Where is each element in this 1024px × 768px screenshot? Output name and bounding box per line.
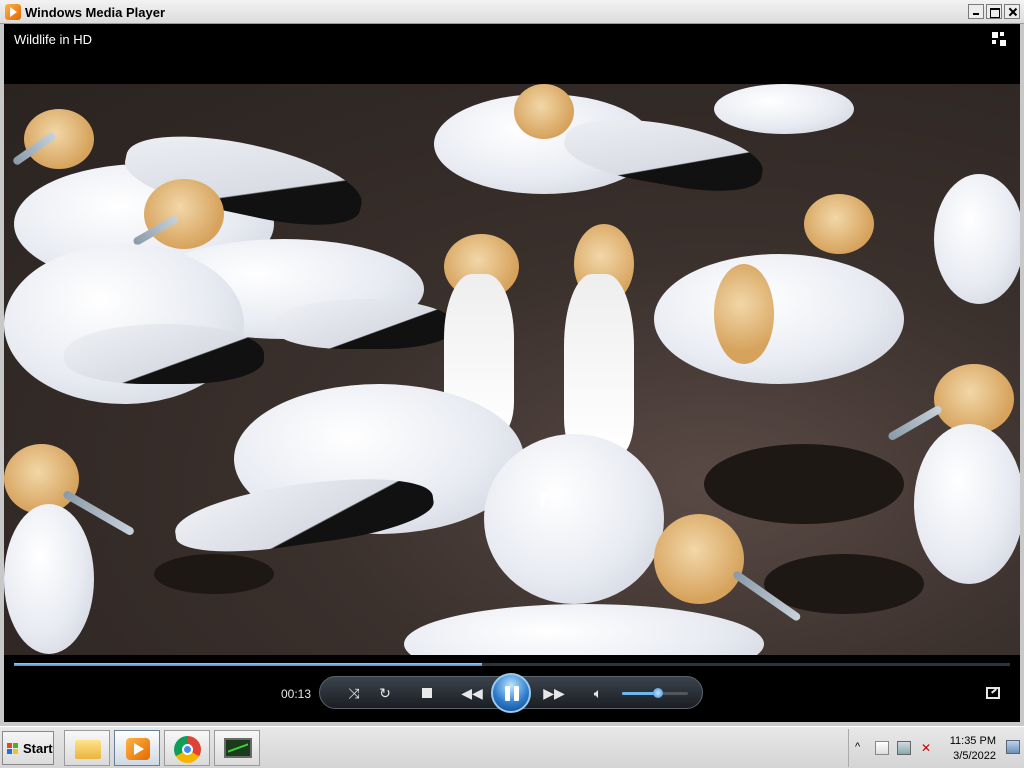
show-desktop-icon[interactable] xyxy=(1006,740,1020,754)
maximize-button[interactable] xyxy=(986,4,1002,19)
switch-to-library-icon[interactable] xyxy=(992,32,1010,48)
volume-thumb[interactable] xyxy=(653,688,664,698)
network-icon[interactable] xyxy=(897,741,911,755)
show-hidden-icons-icon[interactable]: ^ xyxy=(855,741,869,755)
seek-bar-progress xyxy=(14,663,483,666)
close-button[interactable] xyxy=(1004,4,1020,19)
now-playing-title: Wildlife in HD xyxy=(14,32,93,47)
window-buttons xyxy=(968,4,1020,19)
minimize-button[interactable] xyxy=(968,4,984,19)
elapsed-time: 00:13 xyxy=(281,687,312,701)
mouse-cursor xyxy=(541,493,553,511)
action-center-flag-icon[interactable] xyxy=(875,741,889,755)
start-button[interactable]: Start xyxy=(2,731,54,765)
file-explorer-icon[interactable] xyxy=(64,730,110,766)
speaker-icon[interactable]: 🔈︎ xyxy=(590,685,606,701)
clock-date[interactable]: 3/5/2022 xyxy=(953,750,996,762)
volume-muted-icon[interactable]: ✕ xyxy=(919,741,933,755)
now-playing-header: Wildlife in HD xyxy=(4,24,1020,84)
clock-time[interactable]: 11:35 PM xyxy=(950,735,996,747)
shuffle-icon[interactable]: ⤨ xyxy=(346,685,362,701)
pause-button[interactable] xyxy=(491,673,531,713)
chrome-icon[interactable] xyxy=(164,730,210,766)
windows-media-player-icon[interactable] xyxy=(114,730,160,766)
stop-icon[interactable] xyxy=(419,685,435,701)
next-icon[interactable]: ▶▶ xyxy=(542,685,566,701)
video-display[interactable] xyxy=(4,84,1020,655)
repeat-icon[interactable]: ↻ xyxy=(377,685,393,701)
title-bar: Windows Media Player xyxy=(0,0,1024,24)
window-border-right xyxy=(1020,24,1024,722)
playback-controls: 00:13 ⤨ ↻ ◀◀ ▶▶ 🔈︎ xyxy=(4,655,1020,722)
task-manager-icon[interactable] xyxy=(214,730,260,766)
transport-bar: ⤨ ↻ ◀◀ ▶▶ 🔈︎ xyxy=(319,673,703,713)
media-player-app-icon xyxy=(5,4,21,20)
system-tray: ^ ✕ 11:35 PM 3/5/2022 xyxy=(848,729,1024,767)
window-title: Windows Media Player xyxy=(25,5,166,20)
previous-icon[interactable]: ◀◀ xyxy=(460,685,484,701)
start-label: Start xyxy=(23,741,53,756)
seek-bar[interactable] xyxy=(14,663,1010,666)
taskbar: Start ^ ✕ 11:35 PM 3/5/2022 xyxy=(0,726,1024,768)
volume-slider[interactable] xyxy=(622,688,688,698)
windows-flag-icon xyxy=(7,743,19,755)
fullscreen-icon[interactable] xyxy=(986,687,1000,699)
